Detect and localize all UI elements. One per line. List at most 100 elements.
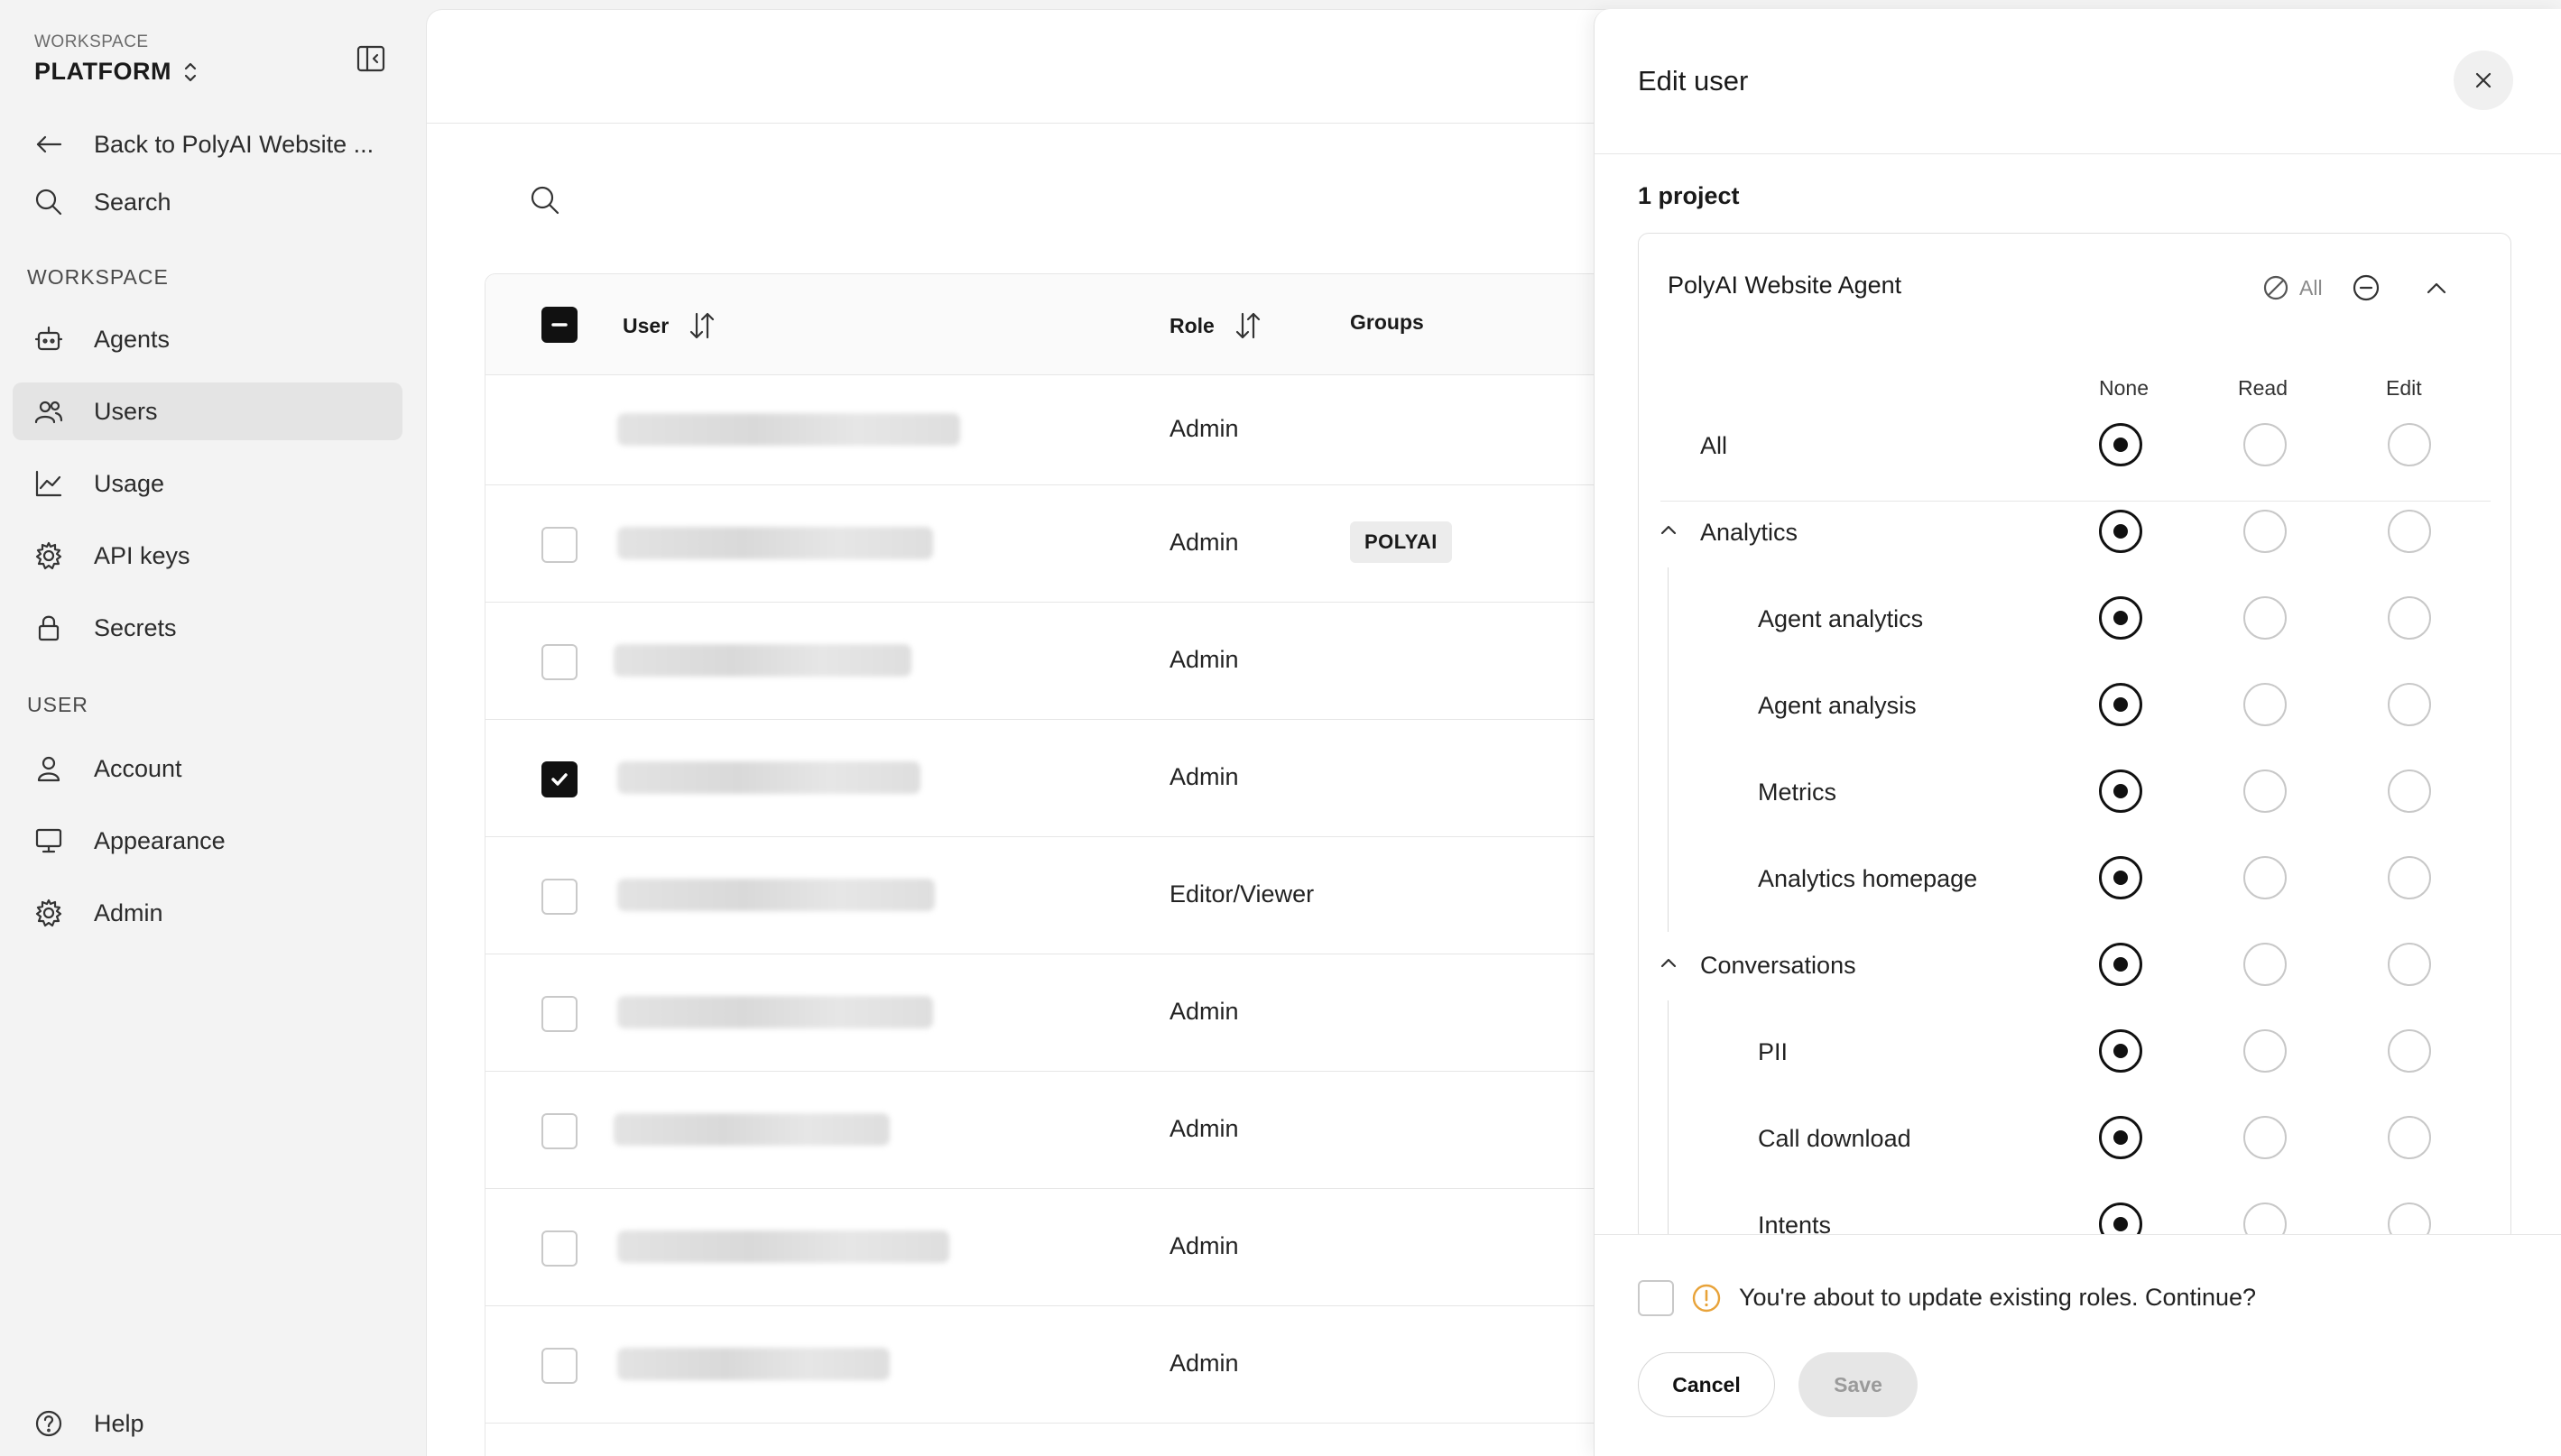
cancel-button[interactable]: Cancel (1638, 1352, 1775, 1417)
user-email-redacted (617, 879, 935, 911)
sidebar-item-label: Agents (94, 325, 171, 353)
select-all-checkbox[interactable] (541, 307, 578, 343)
sidebar-item-label: Appearance (94, 826, 226, 854)
row-checkbox[interactable] (541, 879, 578, 915)
radio-all-read[interactable] (2243, 423, 2287, 466)
role-cell: Admin (1170, 415, 1239, 442)
role-cell: Editor/Viewer (1170, 880, 1315, 908)
sidebar-item-agents[interactable]: Agents (13, 310, 402, 368)
row-checkbox[interactable] (541, 527, 578, 563)
radio-conversations-read[interactable] (2243, 943, 2287, 986)
row-checkbox[interactable] (541, 1113, 578, 1149)
permission-all: All (1700, 432, 1728, 459)
row-checkbox[interactable] (541, 644, 578, 680)
permission-call-download: Call download (1758, 1125, 1911, 1152)
sidebar-item-users[interactable]: Users (13, 382, 402, 440)
radio-agent-analysis-edit[interactable] (2388, 683, 2431, 726)
drawer-divider (1595, 153, 2561, 154)
sort-icon (1235, 312, 1260, 339)
chevron-up-icon[interactable] (2420, 272, 2453, 304)
sidebar-item-secrets[interactable]: Secrets (13, 599, 402, 657)
users-icon (34, 401, 63, 424)
sidebar-item-label: API keys (94, 541, 190, 569)
sidebar-item-label: Secrets (94, 613, 177, 641)
collapse-sidebar-icon[interactable] (356, 43, 386, 74)
chevron-up-icon[interactable] (1657, 952, 1680, 975)
user-email-redacted (614, 644, 911, 677)
permission-conversations: Conversations (1700, 952, 1856, 979)
help-icon (35, 1410, 62, 1437)
monitor-icon (35, 828, 62, 853)
radio-metrics-edit[interactable] (2388, 769, 2431, 813)
all-label: All (2299, 275, 2323, 299)
close-icon (2475, 72, 2492, 88)
back-label: Back to PolyAI Website ... (94, 130, 374, 158)
radio-pii-edit[interactable] (2388, 1029, 2431, 1073)
column-header-label: User (623, 313, 670, 337)
project-all-toggle[interactable]: All (2261, 273, 2323, 302)
permission-analytics-homepage: Analytics homepage (1758, 865, 1978, 892)
permission-metrics: Metrics (1758, 779, 1836, 806)
radio-analytics-homepage-none[interactable] (2099, 856, 2142, 899)
chevron-up-down-icon (184, 62, 197, 81)
radio-agent-analytics-read[interactable] (2243, 596, 2287, 640)
radio-all-edit[interactable] (2388, 423, 2431, 466)
radio-conversations-edit[interactable] (2388, 943, 2431, 986)
drawer-title: Edit user (1638, 65, 1749, 97)
permission-pii: PII (1758, 1038, 1789, 1065)
radio-metrics-none[interactable] (2099, 769, 2142, 813)
search-icon[interactable] (528, 183, 562, 217)
radio-conversations-none[interactable] (2099, 943, 2142, 986)
gear-icon (35, 898, 62, 927)
radio-agent-analysis-none[interactable] (2099, 683, 2142, 726)
radio-analytics-homepage-edit[interactable] (2388, 856, 2431, 899)
sidebar-item-help[interactable]: Help (13, 1395, 402, 1452)
close-button[interactable] (2454, 51, 2513, 110)
gear-icon (35, 541, 62, 570)
user-email-redacted (617, 1230, 949, 1263)
column-header-user[interactable]: User (623, 310, 717, 341)
radio-agent-analytics-edit[interactable] (2388, 596, 2431, 640)
radio-agent-analytics-none[interactable] (2099, 596, 2142, 640)
radio-call-download-none[interactable] (2099, 1116, 2142, 1159)
radio-analytics-read[interactable] (2243, 510, 2287, 553)
user-email-redacted (617, 761, 920, 794)
radio-agent-analysis-read[interactable] (2243, 683, 2287, 726)
workspace-caption: WORKSPACE (34, 32, 149, 51)
radio-analytics-homepage-read[interactable] (2243, 856, 2287, 899)
workspace-name: PLATFORM (34, 58, 171, 85)
row-checkbox[interactable] (541, 1230, 578, 1267)
robot-icon (34, 326, 63, 351)
row-checkbox[interactable] (541, 1348, 578, 1384)
row-checkbox[interactable] (541, 761, 578, 797)
column-header-role[interactable]: Role (1170, 310, 1263, 341)
back-to-agent-link[interactable]: Back to PolyAI Website ... (13, 115, 402, 173)
workspace-switcher[interactable]: PLATFORM (34, 58, 199, 86)
confirm-checkbox[interactable] (1638, 1280, 1674, 1316)
sidebar-item-account[interactable]: Account (13, 740, 402, 797)
user-email-redacted (617, 527, 933, 559)
sidebar-item-appearance[interactable]: Appearance (13, 812, 402, 870)
radio-pii-read[interactable] (2243, 1029, 2287, 1073)
radio-call-download-read[interactable] (2243, 1116, 2287, 1159)
radio-all-none[interactable] (2099, 423, 2142, 466)
sidebar-search[interactable]: Search (13, 173, 402, 231)
sidebar-item-api-keys[interactable]: API keys (13, 527, 402, 585)
check-icon (551, 773, 568, 786)
role-cell: Admin (1170, 763, 1239, 790)
radio-metrics-read[interactable] (2243, 769, 2287, 813)
sidebar-item-admin[interactable]: Admin (13, 884, 402, 942)
radio-call-download-edit[interactable] (2388, 1116, 2431, 1159)
role-cell: Admin (1170, 529, 1239, 556)
save-button[interactable]: Save (1798, 1352, 1918, 1417)
row-checkbox[interactable] (541, 996, 578, 1032)
radio-pii-none[interactable] (2099, 1029, 2142, 1073)
radio-analytics-none[interactable] (2099, 510, 2142, 553)
warning-icon (1692, 1284, 1721, 1313)
chevron-up-icon[interactable] (1657, 519, 1680, 542)
radio-analytics-edit[interactable] (2388, 510, 2431, 553)
warning-text: You're about to update existing roles. C… (1739, 1284, 2257, 1311)
user-email-redacted (617, 1348, 890, 1380)
sidebar-item-usage[interactable]: Usage (13, 455, 402, 512)
minus-circle-icon[interactable] (2350, 272, 2382, 304)
